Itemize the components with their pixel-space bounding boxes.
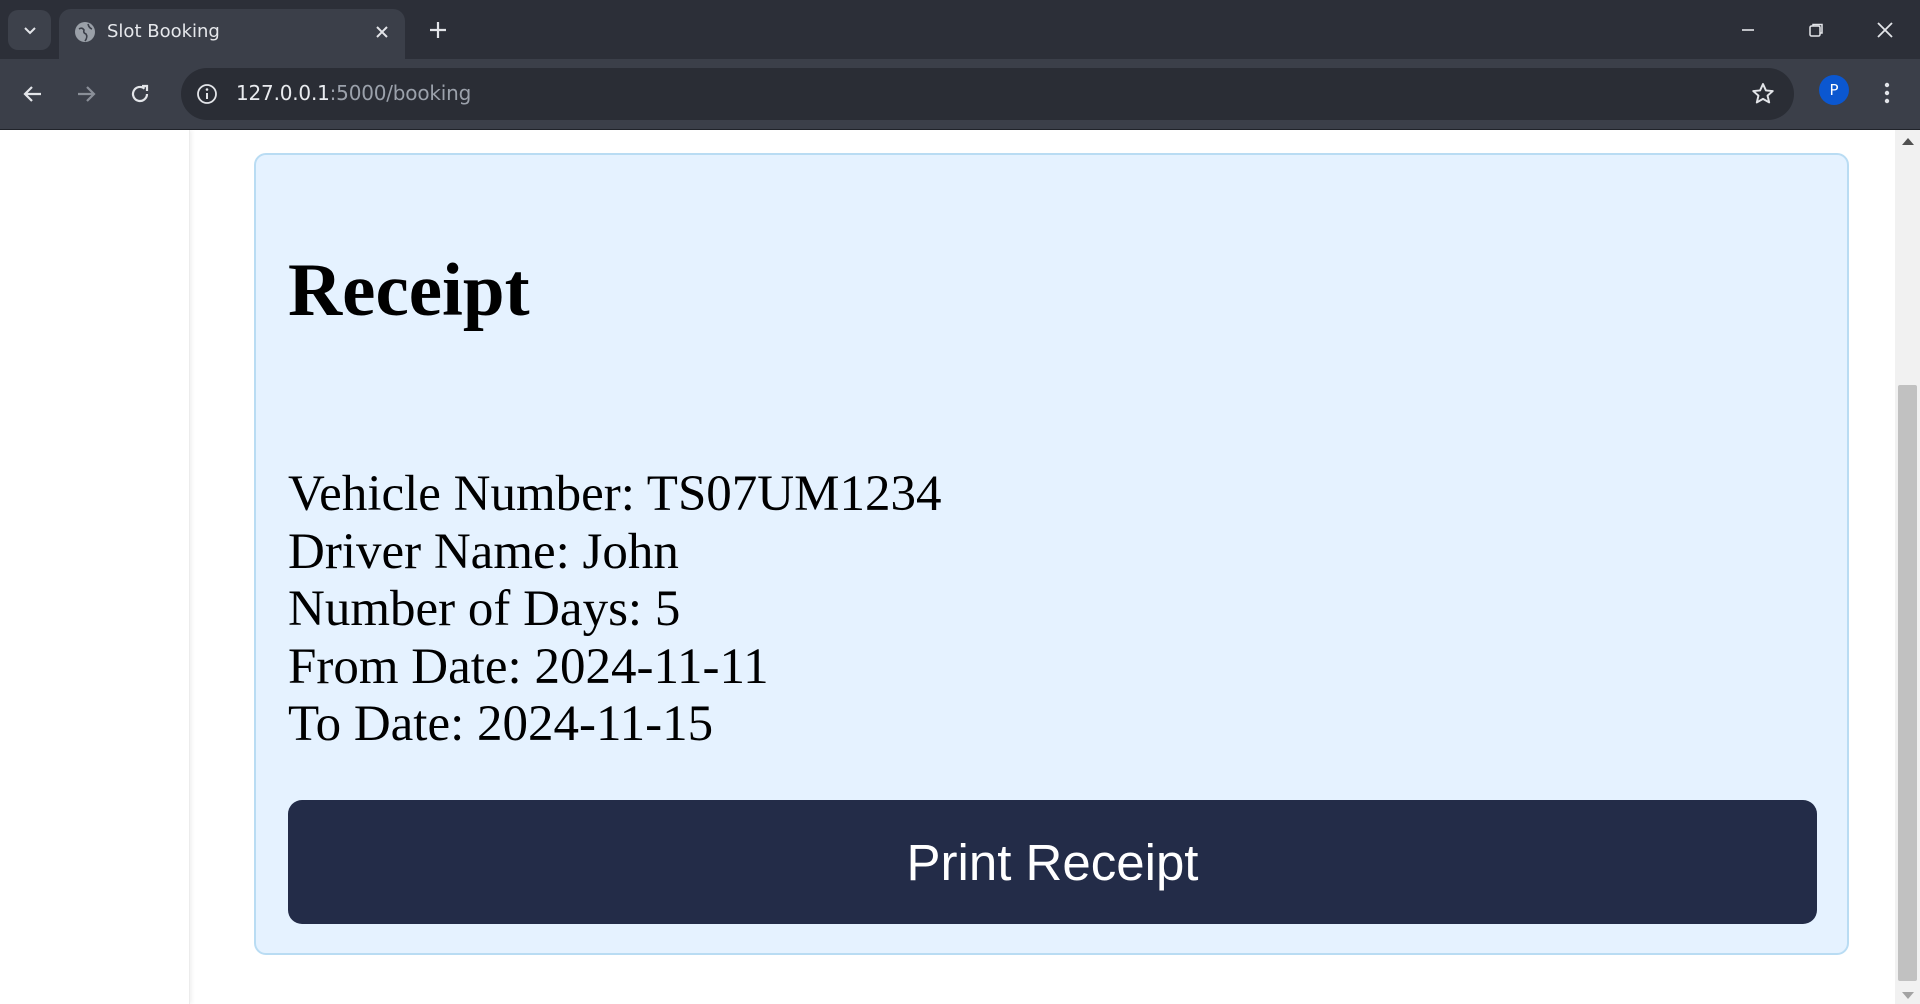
browser-menu-button[interactable] (1873, 73, 1901, 113)
reload-icon (131, 84, 149, 103)
browser-tabstrip: Slot Booking (0, 0, 1920, 59)
driver-name: Driver Name: John (288, 523, 679, 580)
restore-icon (1809, 23, 1823, 37)
profile-avatar[interactable]: P (1819, 75, 1849, 105)
info-icon[interactable] (195, 82, 219, 106)
back-button[interactable] (14, 75, 52, 113)
left-panel (0, 130, 190, 1004)
reload-button[interactable] (121, 75, 159, 113)
print-receipt-button[interactable]: Print Receipt (288, 800, 1817, 924)
minimize-icon (1742, 29, 1754, 31)
to-date: To Date: 2024-11-15 (288, 696, 714, 752)
receipt-details: Vehicle Number: TS07UM1234 Driver Name: … (288, 466, 942, 754)
arrow-right-icon (78, 86, 96, 102)
plus-icon[interactable] (425, 17, 451, 43)
forward-button[interactable] (67, 75, 105, 113)
minimize-button[interactable] (1718, 10, 1778, 50)
number-of-days: Number of Days: 5 (288, 581, 681, 637)
chevron-down-icon (23, 27, 36, 35)
arrow-left-icon (23, 86, 41, 102)
from-date: From Date: 2024-11-11 (288, 638, 769, 695)
receipt-title: Receipt (288, 249, 530, 332)
url-text[interactable]: 127.0.0.1:5000/booking (236, 81, 471, 105)
url-host: 127.0.0.1 (236, 81, 330, 105)
globe-icon (75, 22, 95, 42)
scroll-up-arrow-icon[interactable] (1902, 138, 1914, 145)
more-vertical-icon (1884, 82, 1890, 104)
close-icon[interactable] (371, 21, 393, 43)
vehicle-number: Vehicle Number: TS07UM1234 (288, 466, 942, 522)
close-window-button[interactable] (1855, 10, 1915, 50)
tab-list-button[interactable] (8, 10, 51, 50)
restore-button[interactable] (1786, 10, 1846, 50)
url-path: :5000/booking (329, 81, 472, 105)
star-icon[interactable] (1750, 81, 1776, 107)
browser-toolbar: 127.0.0.1:5000/booking P (0, 59, 1920, 130)
vertical-scrollbar[interactable] (1895, 130, 1920, 1004)
receipt-card: Receipt Vehicle Number: TS07UM1234 Drive… (254, 153, 1849, 955)
scroll-down-arrow-icon[interactable] (1902, 992, 1914, 999)
tab-title: Slot Booking (107, 21, 220, 42)
page-viewport: Receipt Vehicle Number: TS07UM1234 Drive… (0, 130, 1920, 1004)
address-bar[interactable]: 127.0.0.1:5000/booking (181, 68, 1794, 120)
tab-slot-booking[interactable]: Slot Booking (59, 9, 405, 59)
scrollbar-thumb[interactable] (1898, 385, 1917, 981)
close-icon (1877, 22, 1893, 38)
